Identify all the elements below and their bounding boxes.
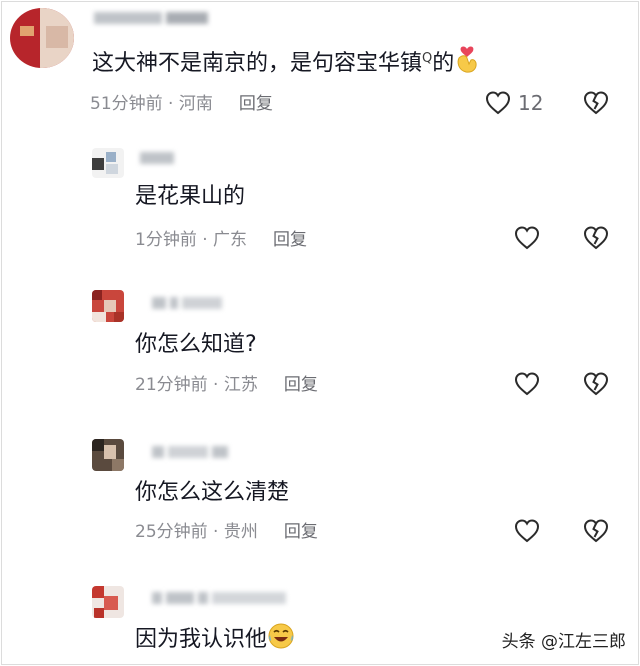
comment-text: 你怎么知道? (135, 332, 257, 357)
meta-separator: · (207, 375, 224, 395)
comment-location: 河南 (178, 94, 213, 114)
comment-time: 1分钟前 (135, 230, 197, 250)
comment-text: 这大神不是南京的，是句容宝华镇Q的 (92, 44, 480, 83)
comment-text: 因为我认识他 (135, 622, 295, 659)
heart-hands-emoji (454, 44, 480, 83)
heart-icon[interactable] (484, 89, 512, 117)
comment-text: 是花果山的 (135, 184, 246, 209)
watermark: 头条 @江左三郎 (501, 632, 626, 652)
comment-thread: 这大神不是南京的，是句容宝华镇Q的 51分钟前 · 河南 回复 12 是花果山的… (1, 1, 639, 665)
avatar[interactable] (92, 290, 124, 322)
search-icon[interactable]: Q (422, 51, 432, 66)
avatar[interactable] (10, 8, 74, 68)
reply-button[interactable]: 回复 (284, 522, 318, 542)
comment-location: 贵州 (223, 522, 258, 542)
meta-separator: · (196, 230, 214, 250)
heart-icon[interactable] (513, 224, 541, 252)
comment-meta: 1分钟前 · 广东 回复 (135, 228, 307, 252)
username-blurred[interactable] (152, 446, 232, 462)
comment-meta: 25分钟前 · 贵州 回复 (135, 520, 318, 544)
avatar[interactable] (92, 148, 124, 178)
username-blurred[interactable] (140, 152, 178, 168)
heart-icon[interactable] (513, 370, 541, 398)
broken-heart-icon[interactable] (582, 224, 610, 252)
username-blurred[interactable] (94, 12, 212, 28)
reply-button[interactable]: 回复 (239, 94, 273, 114)
comment-location: 江苏 (223, 375, 258, 395)
broken-heart-icon[interactable] (582, 89, 610, 117)
laughing-emoji (267, 622, 295, 659)
comment-meta: 51分钟前 · 河南 回复 (90, 92, 273, 116)
comment-text: 你怎么这么清楚 (135, 480, 290, 505)
comment-time: 51分钟前 (90, 94, 163, 114)
reply-button[interactable]: 回复 (284, 375, 318, 395)
avatar[interactable] (92, 586, 124, 618)
avatar[interactable] (92, 439, 124, 471)
broken-heart-icon[interactable] (582, 370, 610, 398)
reply-button[interactable]: 回复 (273, 230, 307, 250)
comment-time: 21分钟前 (135, 375, 208, 395)
heart-icon[interactable] (513, 517, 541, 545)
comment-time: 25分钟前 (135, 522, 208, 542)
comment-location: 广东 (213, 230, 248, 250)
comment-meta: 21分钟前 · 江苏 回复 (135, 373, 318, 397)
username-blurred[interactable] (152, 297, 226, 313)
broken-heart-icon[interactable] (582, 517, 610, 545)
meta-separator: · (162, 94, 179, 114)
meta-separator: · (207, 522, 224, 542)
username-blurred[interactable] (152, 592, 290, 608)
like-count: 12 (518, 91, 544, 115)
